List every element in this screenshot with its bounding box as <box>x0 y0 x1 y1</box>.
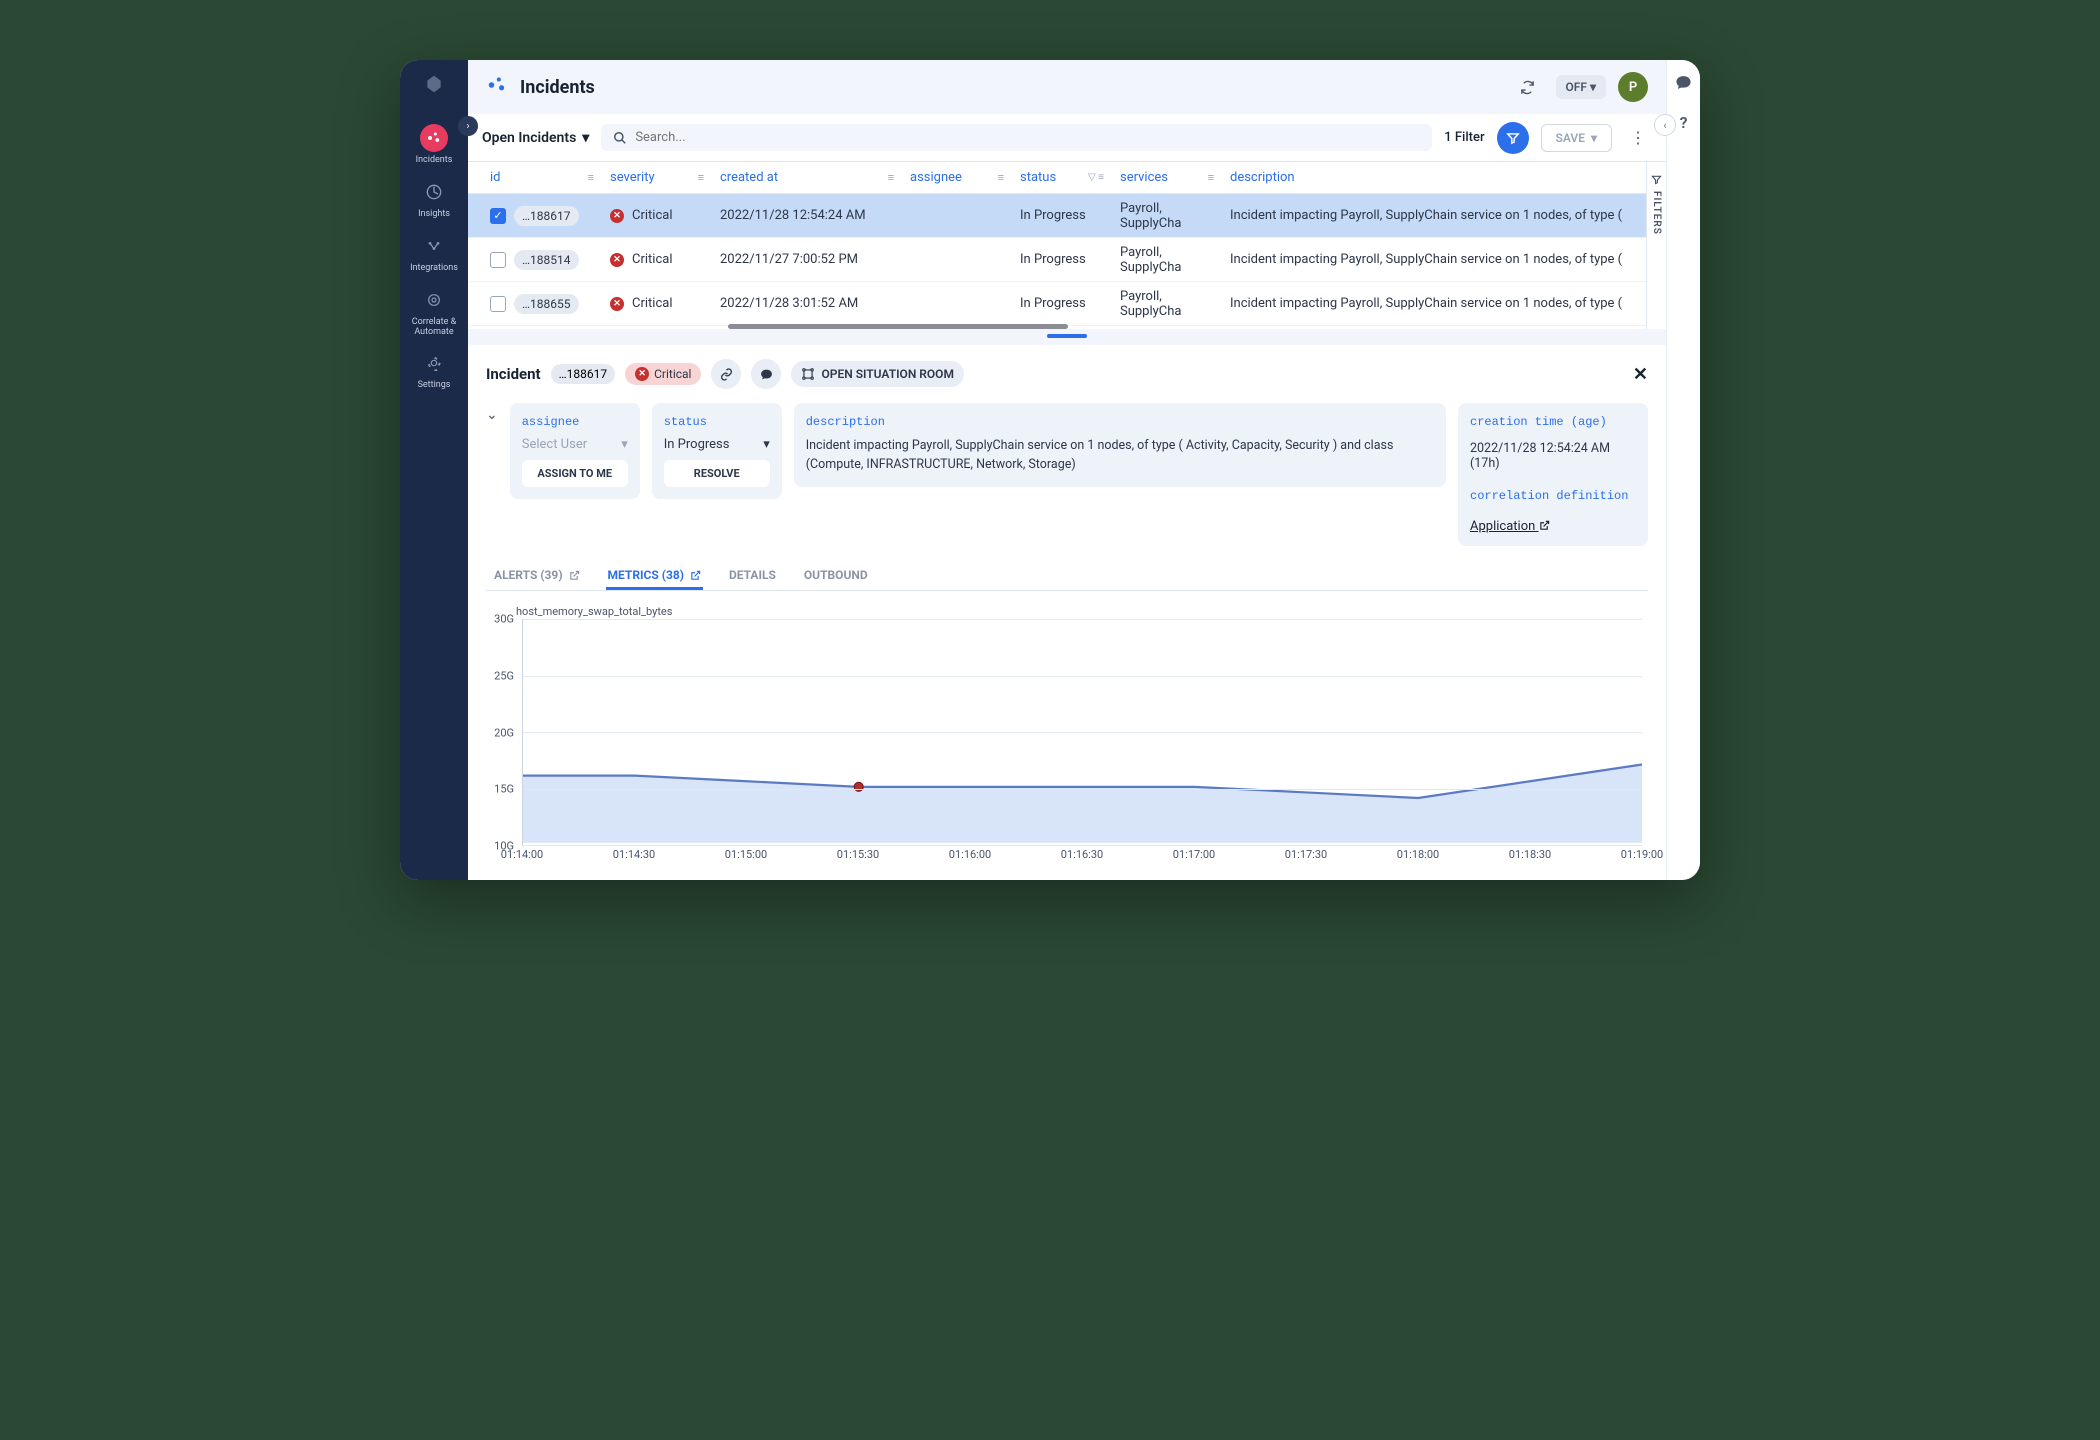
collapse-right-rail-button[interactable]: ‹ <box>1654 114 1676 136</box>
right-aux-rail: ? <box>1666 60 1700 880</box>
nav-item-correlate[interactable]: Correlate &Automate <box>410 280 458 344</box>
autorefresh-toggle[interactable]: OFF ▾ <box>1556 75 1606 99</box>
nav-item-integrations[interactable]: Integrations <box>410 226 458 280</box>
chat-icon[interactable] <box>1675 74 1692 95</box>
correlation-label: correlation definition <box>1470 489 1636 503</box>
comment-button[interactable] <box>751 359 781 389</box>
left-nav-rail: › IncidentsInsightsIntegrationsCorrelate… <box>400 60 468 880</box>
filters-side-tab[interactable]: FILTERS <box>1646 162 1666 329</box>
link-button[interactable] <box>711 359 741 389</box>
list-toolbar: Open Incidents▾ 1 Filter SAVE▾ ⋮ <box>468 114 1666 162</box>
assignee-label: assignee <box>522 415 628 429</box>
status-label: status <box>664 415 770 429</box>
id-chip: …188617 <box>514 206 579 226</box>
detail-id-chip: …188617 <box>551 364 616 384</box>
col-assignee[interactable]: assignee <box>910 170 962 185</box>
incidents-table: id≡ severity≡ created at≡ assignee≡ stat… <box>468 162 1666 329</box>
search-icon <box>613 131 627 145</box>
row-checkbox[interactable]: ✓ <box>490 208 506 224</box>
detail-tabs: ALERTS (39) METRICS (38) DETAILS OUTBOUND <box>486 560 1648 591</box>
critical-icon: ✕ <box>610 209 624 223</box>
incident-detail-panel: Incident …188617 ✕Critical OPEN SITUATIO… <box>468 345 1666 880</box>
collapse-detail-button[interactable]: ⌄ <box>486 403 498 423</box>
topbar: Incidents OFF ▾ P <box>468 60 1666 114</box>
id-chip: …188514 <box>514 250 579 270</box>
metrics-chart[interactable]: host_memory_swap_total_bytes 30G25G20G15… <box>486 605 1648 866</box>
chart-title: host_memory_swap_total_bytes <box>516 605 672 618</box>
tab-details[interactable]: DETAILS <box>727 560 778 590</box>
critical-icon: ✕ <box>610 253 624 267</box>
col-severity[interactable]: severity <box>610 170 655 185</box>
creation-value: 2022/11/28 12:54:24 AM (17h) <box>1470 441 1636 471</box>
id-chip: …188655 <box>514 294 579 314</box>
table-row[interactable]: …188514✕Critical2022/11/27 7:00:52 PMIn … <box>468 238 1666 282</box>
critical-icon: ✕ <box>610 297 624 311</box>
col-description[interactable]: description <box>1230 170 1295 185</box>
filter-button[interactable] <box>1497 122 1529 154</box>
status-card: status In Progress▾ RESOLVE <box>652 403 782 499</box>
search-input[interactable] <box>635 130 1420 145</box>
assign-to-me-button[interactable]: ASSIGN TO ME <box>522 460 628 487</box>
save-view-button[interactable]: SAVE▾ <box>1541 124 1612 152</box>
detail-title: Incident <box>486 365 541 383</box>
more-menu-button[interactable]: ⋮ <box>1624 124 1652 152</box>
description-label: description <box>806 415 1434 429</box>
detail-severity-chip: ✕Critical <box>625 363 701 385</box>
user-avatar[interactable]: P <box>1618 72 1648 102</box>
filter-count-label: 1 Filter <box>1444 130 1484 145</box>
search-box[interactable] <box>601 124 1432 151</box>
tab-metrics[interactable]: METRICS (38) <box>606 560 703 590</box>
brand-logo-icon <box>422 72 446 96</box>
tab-outbound[interactable]: OUTBOUND <box>802 560 870 590</box>
close-detail-button[interactable]: ✕ <box>1633 364 1648 385</box>
nav-item-settings[interactable]: Settings <box>410 343 458 397</box>
tab-alerts[interactable]: ALERTS (39) <box>492 560 582 590</box>
meta-card: creation time (age) 2022/11/28 12:54:24 … <box>1458 403 1648 546</box>
col-id[interactable]: id <box>490 170 501 185</box>
nav-item-insights[interactable]: Insights <box>410 172 458 226</box>
view-selector[interactable]: Open Incidents▾ <box>482 130 589 146</box>
correlation-link[interactable]: Application <box>1470 515 1636 534</box>
nav-item-incidents[interactable]: Incidents <box>410 118 458 172</box>
col-status[interactable]: status <box>1020 170 1056 185</box>
horizontal-scrollbar[interactable] <box>728 324 1068 329</box>
refresh-button[interactable] <box>1512 71 1544 103</box>
description-card: description Incident impacting Payroll, … <box>794 403 1446 487</box>
open-situation-room-button[interactable]: OPEN SITUATION ROOM <box>791 361 963 387</box>
help-icon[interactable]: ? <box>1680 113 1688 132</box>
creation-label: creation time (age) <box>1470 415 1636 429</box>
panel-resize-handle[interactable] <box>468 329 1666 343</box>
table-header-row: id≡ severity≡ created at≡ assignee≡ stat… <box>468 162 1666 194</box>
expand-rail-button[interactable]: › <box>458 116 478 136</box>
incidents-brand-icon <box>486 74 508 101</box>
assignee-card: assignee Select User▾ ASSIGN TO ME <box>510 403 640 499</box>
table-row[interactable]: …188655✕Critical2022/11/28 3:01:52 AMIn … <box>468 282 1666 326</box>
status-select[interactable]: In Progress▾ <box>664 437 770 452</box>
row-checkbox[interactable] <box>490 296 506 312</box>
row-checkbox[interactable] <box>490 252 506 268</box>
col-created[interactable]: created at <box>720 170 778 185</box>
col-services[interactable]: services <box>1120 170 1168 185</box>
assignee-select[interactable]: Select User▾ <box>522 437 628 452</box>
resolve-button[interactable]: RESOLVE <box>664 460 770 487</box>
table-row[interactable]: ✓…188617✕Critical2022/11/28 12:54:24 AMI… <box>468 194 1666 238</box>
description-text: Incident impacting Payroll, SupplyChain … <box>806 437 1434 475</box>
page-title: Incidents <box>520 77 595 98</box>
